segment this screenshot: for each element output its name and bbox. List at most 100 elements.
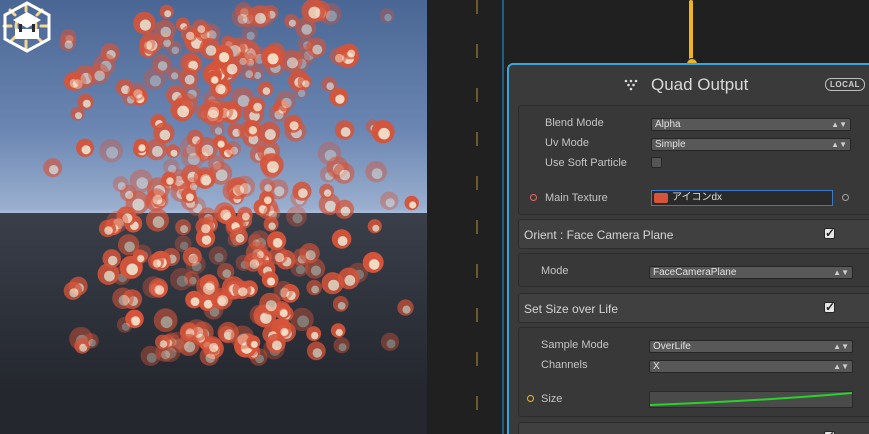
- sample-mode-label: Sample Mode: [541, 339, 609, 351]
- particle: [146, 188, 166, 208]
- particle: [63, 281, 83, 300]
- particle: [153, 308, 178, 333]
- size-port[interactable]: [527, 395, 534, 402]
- particle: [260, 153, 284, 177]
- sample-mode-dropdown[interactable]: OverLife ▲▼: [649, 340, 853, 353]
- particle: [295, 16, 317, 39]
- particle: [252, 245, 267, 260]
- size-block-body: Sample Mode OverLife ▲▼ Channels X ▲▼ Size: [518, 327, 869, 417]
- dropdown-arrow-icon: ▲▼: [833, 362, 849, 371]
- particle: [404, 195, 419, 211]
- blend-mode-dropdown[interactable]: Alpha ▲▼: [651, 118, 851, 131]
- particle: [286, 206, 307, 227]
- particle: [77, 93, 94, 110]
- orient-mode-dropdown[interactable]: FaceCameraPlane ▲▼: [649, 266, 853, 279]
- particle: [248, 96, 266, 114]
- particle: [148, 278, 168, 298]
- orient-enable-checkbox[interactable]: [824, 226, 835, 240]
- space-badge[interactable]: LOCAL: [825, 78, 866, 91]
- particle: [177, 333, 200, 356]
- main-texture-field[interactable]: アイコンdx: [651, 190, 833, 206]
- particle: [332, 296, 349, 312]
- node-header[interactable]: Quad Output LOCAL: [509, 65, 869, 105]
- particle: [379, 8, 395, 23]
- size-curve: [649, 392, 853, 406]
- particle: [161, 171, 177, 187]
- particle: [206, 70, 222, 86]
- particle: [292, 181, 312, 201]
- particle: [280, 49, 303, 72]
- channels-dropdown[interactable]: X ▲▼: [649, 360, 853, 373]
- particle: [284, 114, 303, 133]
- particle: [116, 316, 133, 333]
- particle: [178, 67, 199, 88]
- particle: [321, 76, 337, 92]
- particle: [147, 253, 165, 270]
- blend-mode-label: Blend Mode: [545, 117, 604, 129]
- size-curve-field[interactable]: [649, 391, 853, 408]
- vfx-graph-canvas[interactable]: Quad Output LOCAL Blend Mode Alpha ▲▼ Uv …: [427, 0, 869, 434]
- orient-mode-value: FaceCameraPlane: [653, 267, 737, 278]
- particle: [166, 144, 180, 159]
- particle: [203, 336, 222, 355]
- flow-connection-wire[interactable]: [689, 0, 693, 62]
- particle: [208, 246, 228, 265]
- soft-particle-checkbox[interactable]: [651, 157, 662, 168]
- particle: [99, 138, 123, 163]
- particle: [98, 219, 117, 238]
- particle: [266, 333, 286, 354]
- uv-mode-label: Uv Mode: [545, 137, 590, 149]
- size-enable-checkbox[interactable]: [824, 300, 835, 314]
- particle: [319, 3, 342, 25]
- particle: [232, 280, 252, 300]
- particle: [225, 140, 242, 157]
- effect-gizmo-icon[interactable]: [0, 0, 54, 54]
- channels-value: X: [653, 361, 660, 372]
- particle: [170, 97, 194, 122]
- particle: [196, 275, 220, 299]
- particle: [330, 323, 346, 338]
- size-block-header[interactable]: Set Size over Life: [518, 293, 869, 323]
- particle: [240, 64, 256, 80]
- particle: [166, 66, 181, 81]
- particle: [331, 229, 352, 249]
- particle: [88, 63, 110, 85]
- uv-mode-dropdown[interactable]: Simple ▲▼: [651, 138, 851, 151]
- main-texture-port[interactable]: [530, 194, 537, 201]
- particle: [306, 279, 322, 296]
- particle: [112, 176, 129, 193]
- particle: [231, 6, 252, 28]
- particle: [112, 287, 134, 310]
- orient-block-header[interactable]: Orient : Face Camera Plane: [518, 219, 869, 249]
- particle: [257, 81, 274, 97]
- particle: [174, 235, 192, 253]
- particle: [195, 217, 214, 236]
- particle: [66, 72, 87, 92]
- texture-thumbnail: [654, 193, 668, 203]
- scene-view[interactable]: [0, 0, 427, 434]
- particle: [290, 307, 314, 332]
- particle: [146, 208, 169, 232]
- particle: [194, 136, 218, 160]
- next-block-header[interactable]: [518, 422, 869, 434]
- particle: [367, 219, 382, 234]
- particle: [185, 254, 206, 275]
- particle: [233, 175, 256, 198]
- quad-output-node[interactable]: Quad Output LOCAL Blend Mode Alpha ▲▼ Uv …: [507, 63, 869, 434]
- particle: [267, 231, 287, 251]
- particle: [365, 160, 387, 183]
- dropdown-arrow-icon: ▲▼: [833, 268, 849, 277]
- size-block-title: Set Size over Life: [524, 302, 619, 316]
- particle: [102, 249, 121, 268]
- particle: [371, 120, 395, 144]
- particle: [127, 82, 147, 102]
- dropdown-arrow-icon: ▲▼: [831, 120, 847, 129]
- dropdown-arrow-icon: ▲▼: [831, 140, 847, 149]
- particle: [180, 25, 198, 43]
- particle: [139, 35, 156, 52]
- orient-block-title: Orient : Face Camera Plane: [524, 228, 674, 242]
- particle: [153, 122, 175, 144]
- particle: [306, 341, 326, 361]
- texture-picker-icon[interactable]: [842, 194, 849, 201]
- particle: [334, 120, 355, 140]
